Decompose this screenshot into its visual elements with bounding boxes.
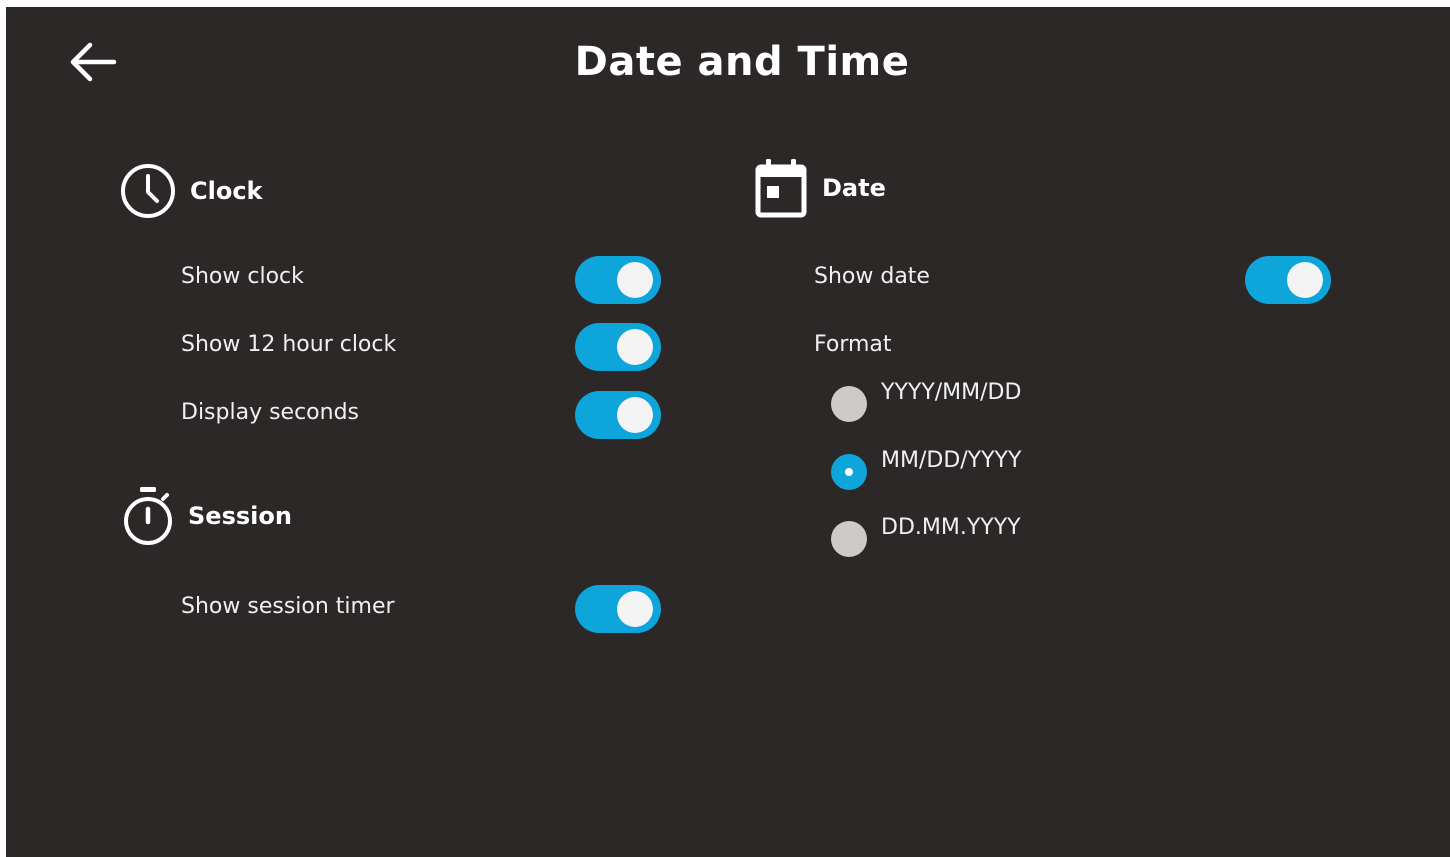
clock-section-header: Clock: [120, 163, 263, 219]
radio-dot: [845, 468, 853, 476]
show-date-label: Show date: [814, 264, 930, 289]
toggle-knob: [617, 397, 653, 433]
show-session-timer-toggle[interactable]: [575, 585, 661, 633]
session-section-title: Session: [188, 502, 292, 530]
date-section-header: Date: [754, 157, 886, 219]
show-clock-toggle[interactable]: [575, 256, 661, 304]
show-session-timer-label: Show session timer: [181, 594, 395, 619]
toggle-knob: [617, 329, 653, 365]
settings-screen: Date and Time Clock Show clock Show 12 h…: [6, 7, 1450, 857]
show-12-hour-clock-label: Show 12 hour clock: [181, 332, 397, 357]
date-section-title: Date: [822, 174, 886, 202]
radio-button[interactable]: [831, 521, 867, 557]
clock-section-title: Clock: [190, 177, 263, 205]
session-section-header: Session: [120, 485, 292, 547]
radio-label: YYYY/MM/DD: [881, 380, 1022, 405]
stopwatch-icon: [124, 487, 172, 545]
format-option-yyyy-mm-dd[interactable]: YYYY/MM/DD: [831, 380, 1021, 422]
radio-label: MM/DD/YYYY: [881, 448, 1022, 473]
radio-label: DD.MM.YYYY: [881, 515, 1021, 540]
display-seconds-label: Display seconds: [181, 400, 360, 425]
display-seconds-toggle[interactable]: [575, 391, 661, 439]
toggle-knob: [617, 591, 653, 627]
format-option-dd-mm-yyyy[interactable]: DD.MM.YYYY: [831, 515, 1021, 557]
show-12-hour-clock-toggle[interactable]: [575, 323, 661, 371]
toggle-knob: [617, 262, 653, 298]
radio-button-selected[interactable]: [831, 454, 867, 490]
show-date-toggle[interactable]: [1245, 256, 1331, 304]
show-clock-label: Show clock: [181, 264, 304, 289]
toggle-knob: [1287, 262, 1323, 298]
format-option-mm-dd-yyyy[interactable]: MM/DD/YYYY: [831, 448, 1021, 490]
page-title: Date and Time: [574, 39, 910, 85]
calendar-icon: [755, 159, 807, 218]
format-label: Format: [814, 332, 892, 357]
radio-button[interactable]: [831, 386, 867, 422]
clock-icon: [121, 164, 175, 218]
